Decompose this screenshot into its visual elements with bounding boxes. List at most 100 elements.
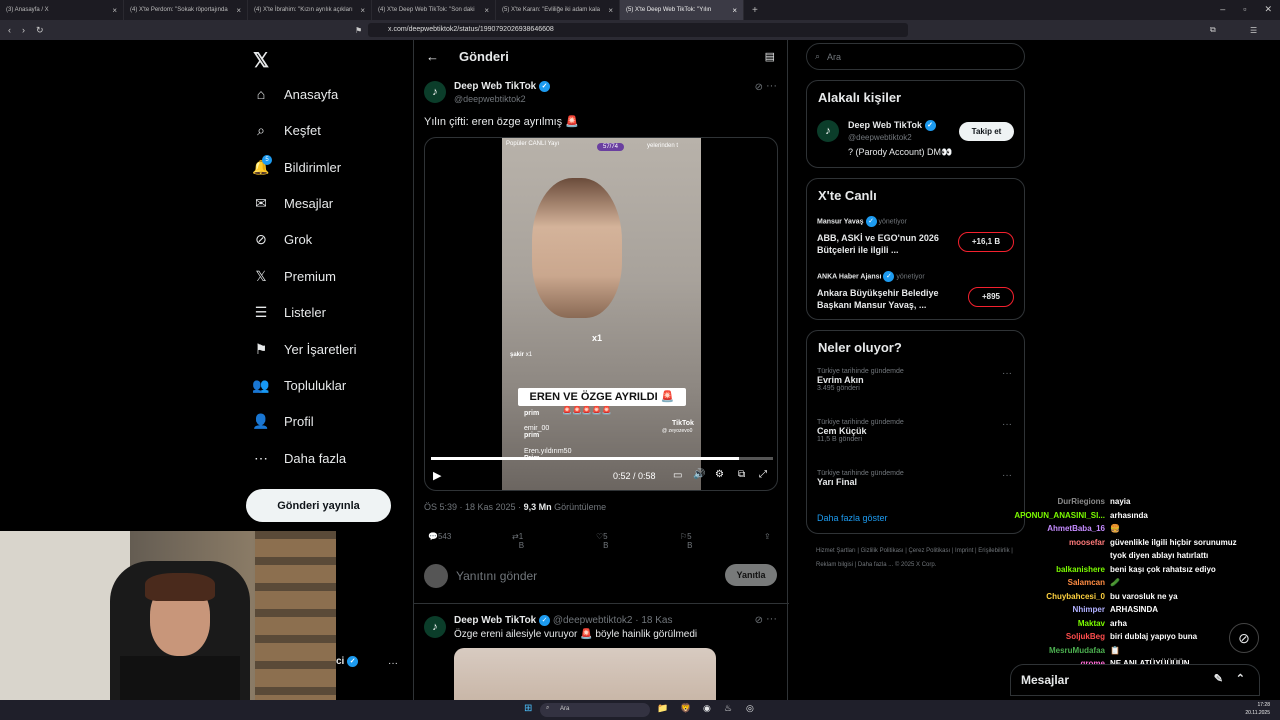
sidebar-item-profile[interactable]: 👤 Profil: [252, 413, 313, 430]
more-options-icon[interactable]: ···: [766, 80, 777, 92]
chat-username[interactable]: [990, 551, 1105, 560]
close-icon[interactable]: ×: [236, 6, 241, 15]
live-title[interactable]: Ankara Büyükşehir Belediye Başkanı Mansur…: [817, 287, 939, 311]
more-options-icon[interactable]: ···: [1002, 419, 1012, 430]
bookmark-icon[interactable]: ⚑: [355, 26, 362, 35]
author-name[interactable]: Deep Web TikTok ✓: [454, 81, 551, 92]
avatar[interactable]: ♪: [424, 81, 446, 103]
account-name-tail[interactable]: ci ✓: [336, 656, 359, 667]
sidebar-item-more[interactable]: ⋯ Daha fazla: [252, 450, 346, 467]
chat-username[interactable]: SoljukBeg: [990, 632, 1105, 641]
footer-links[interactable]: Hizmet Şartları | Gizlilik Politikası | …: [816, 544, 1016, 572]
menu-icon[interactable]: ☰: [1250, 26, 1257, 35]
compose-message-icon[interactable]: ✎: [1214, 672, 1223, 685]
browser-tab[interactable]: (4) X'te İbrahim: "Kızın ayrılık açıklar…: [248, 0, 372, 20]
video-player[interactable]: Popüler CANLI Yayı 57/74 yelerinden t x1…: [424, 137, 778, 491]
chat-username[interactable]: balkanishere: [990, 565, 1105, 574]
sidebar-item-home[interactable]: ⌂ Anasayfa: [252, 86, 338, 102]
share-icon[interactable]: ⇪: [764, 532, 771, 541]
x-logo-icon[interactable]: 𝕏: [253, 48, 269, 73]
avatar[interactable]: ♪: [424, 616, 446, 638]
reply-button[interactable]: 💬 543: [428, 532, 451, 541]
browser-tab[interactable]: (3) Anasayfa / X ×: [0, 0, 124, 20]
reply-submit-button[interactable]: Yanıtla: [725, 564, 777, 586]
sidebar-item-grok[interactable]: ⊘ Grok: [252, 231, 312, 248]
sidebar-item-premium[interactable]: 𝕏 Premium: [252, 268, 336, 285]
extensions-icon[interactable]: ⧉: [1210, 25, 1216, 35]
grok-explain-icon[interactable]: ⊘: [755, 615, 763, 626]
more-options-icon[interactable]: ···: [766, 613, 777, 625]
chat-username[interactable]: moosefar: [990, 538, 1105, 547]
account-more-icon[interactable]: ···: [388, 658, 398, 669]
browser-tab[interactable]: (4) X'te Deep Web TikTok: "Son daki ×: [372, 0, 496, 20]
minimize-icon[interactable]: –: [1220, 4, 1225, 15]
live-listener-count[interactable]: +895: [968, 287, 1014, 307]
close-icon[interactable]: ×: [484, 6, 489, 15]
chat-username[interactable]: AhmetBaba_16: [990, 524, 1105, 533]
url-field[interactable]: x.com/deepwebtiktok2/status/199079202693…: [368, 23, 908, 37]
bookmark-button[interactable]: ⚐ 5 B: [680, 532, 693, 550]
captions-icon[interactable]: ▭: [673, 470, 682, 481]
sidebar-item-explore[interactable]: ⌕ Keşfet: [252, 122, 321, 139]
chat-username[interactable]: Chuybahcesi_0: [990, 592, 1105, 601]
show-more-link[interactable]: Daha fazla göster: [817, 513, 888, 523]
back-nav-icon[interactable]: ‹: [8, 25, 11, 35]
browser-tab[interactable]: (4) X'te Perdom: "Sokak röportajında ×: [124, 0, 248, 20]
live-item[interactable]: ANKA Haber Ajansı ✓ yönetiyor: [817, 271, 925, 282]
close-window-icon[interactable]: ✕: [1264, 4, 1272, 15]
sidebar-item-messages[interactable]: ✉ Mesajlar: [252, 195, 333, 212]
close-icon[interactable]: ×: [732, 6, 737, 15]
close-icon[interactable]: ×: [112, 6, 117, 15]
more-options-icon[interactable]: ···: [1002, 470, 1012, 481]
second-post-header[interactable]: Deep Web TikTok ✓ @deepwebtiktok2 · 18 K…: [454, 615, 672, 626]
chat-username[interactable]: Maktav: [990, 619, 1105, 628]
messages-drawer[interactable]: Mesajlar ✎ ⌃: [1010, 664, 1260, 696]
chat-username[interactable]: Salamcan: [990, 578, 1105, 587]
reader-view-icon[interactable]: ▤: [765, 50, 775, 63]
trend-item[interactable]: Türkiye tarihinde gündemde Cem Küçük 11,5 …: [817, 419, 904, 443]
chat-username[interactable]: MesruMudafaa: [990, 646, 1105, 655]
taskbar-search[interactable]: ⌕ Ara: [540, 703, 650, 717]
grok-floating-icon[interactable]: ⊘: [1229, 623, 1259, 653]
settings-gear-icon[interactable]: ⚙: [715, 469, 724, 480]
chat-username[interactable]: DurRiegions: [990, 497, 1105, 506]
obs-icon[interactable]: ◎: [746, 703, 754, 714]
windows-start-icon[interactable]: ⊞: [524, 703, 532, 714]
author-handle[interactable]: @deepwebtiktok2: [454, 94, 526, 104]
browser-tab-active[interactable]: (5) X'te Deep Web TikTok: "Yılın ×: [620, 0, 744, 20]
live-item[interactable]: Mansur Yavaş ✓ yönetiyor: [817, 216, 907, 227]
more-options-icon[interactable]: ···: [1002, 368, 1012, 379]
trend-item[interactable]: Türkiye tarihinde gündemde Yarı Final: [817, 470, 904, 487]
close-icon[interactable]: ×: [608, 6, 613, 15]
video-progress-bar[interactable]: [431, 457, 773, 460]
avatar[interactable]: ♪: [817, 120, 839, 142]
pip-icon[interactable]: ⧉: [738, 469, 745, 480]
sidebar-item-notifications[interactable]: 🔔 5 Bildirimler: [252, 155, 341, 176]
chat-username[interactable]: APONUN_ANASINI_SI...: [990, 511, 1105, 520]
live-listener-count[interactable]: +16,1 B: [958, 232, 1014, 252]
play-icon[interactable]: ▶: [433, 469, 441, 482]
discord-icon[interactable]: ◉: [703, 703, 711, 714]
post-button[interactable]: Gönderi yayınla: [246, 489, 391, 522]
maximize-icon[interactable]: ▫: [1243, 4, 1246, 15]
browser-icon[interactable]: 🦁: [680, 703, 691, 714]
follow-button[interactable]: Takip et: [959, 122, 1014, 141]
folder-icon[interactable]: 📁: [657, 703, 668, 714]
chevron-up-icon[interactable]: ⌃: [1236, 672, 1245, 685]
reply-input[interactable]: Yanıtını gönder: [456, 569, 537, 583]
close-icon[interactable]: ×: [360, 6, 365, 15]
live-title[interactable]: ABB, ASKİ ve EGO'nun 2026 Bütçeleri ile i…: [817, 232, 939, 256]
steam-icon[interactable]: ♨: [724, 703, 732, 714]
search-input[interactable]: ⌕ Ara: [806, 43, 1025, 70]
second-post-media[interactable]: [454, 648, 716, 700]
back-arrow-icon[interactable]: ←: [426, 49, 439, 64]
like-button[interactable]: ♡ 5 B: [596, 532, 609, 550]
reload-icon[interactable]: ↻: [36, 25, 44, 36]
fullscreen-icon[interactable]: ⤢: [759, 469, 767, 480]
chat-username[interactable]: Nhimper: [990, 605, 1105, 614]
browser-tab[interactable]: (5) X'te Karan: "Evliliğe iki adam kala ×: [496, 0, 620, 20]
new-tab-button[interactable]: +: [744, 5, 766, 16]
sidebar-item-communities[interactable]: 👥 Topluluklar: [252, 377, 346, 394]
volume-icon[interactable]: 🔊: [693, 469, 705, 480]
repost-button[interactable]: ⇄ 1 B: [512, 532, 524, 550]
